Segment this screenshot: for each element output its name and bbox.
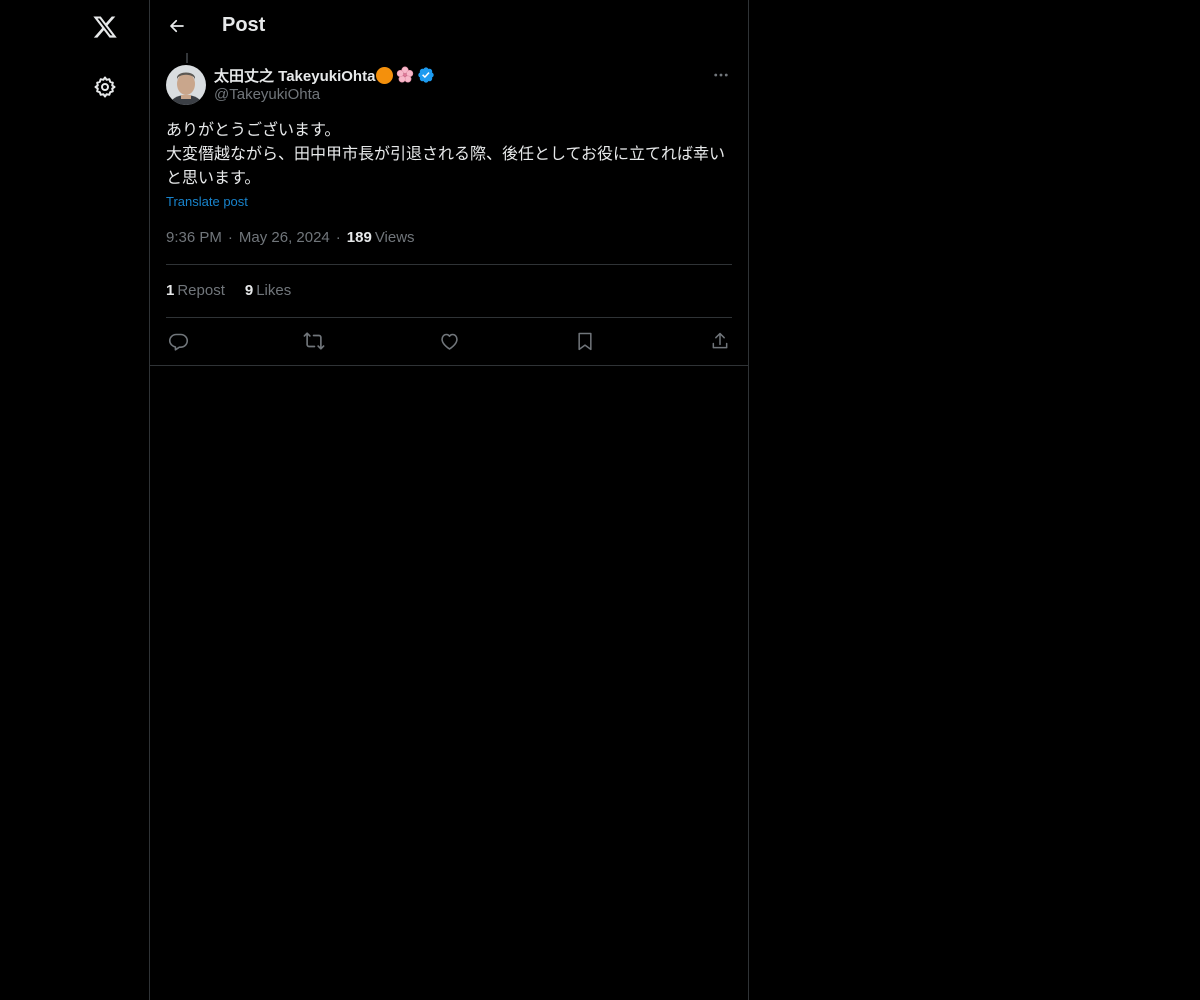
page: Post 太田丈之 TakeyukiOhta @TakeyukiOhta ありが… bbox=[0, 0, 1200, 1000]
action-bar bbox=[166, 329, 732, 353]
likes-label: Likes bbox=[256, 282, 292, 299]
verified-badge-icon[interactable] bbox=[417, 66, 435, 84]
divider bbox=[166, 264, 732, 265]
views-count: 189 bbox=[346, 229, 372, 246]
sidebar bbox=[0, 0, 149, 1000]
page-title: Post bbox=[222, 14, 266, 36]
bookmark-icon[interactable] bbox=[573, 329, 597, 353]
meta-separator: · bbox=[335, 229, 341, 246]
share-icon[interactable] bbox=[708, 329, 732, 353]
back-arrow-icon[interactable] bbox=[164, 13, 190, 39]
likes-stat[interactable]: 9 Likes bbox=[245, 282, 291, 299]
cherry-blossom-emoji bbox=[396, 66, 414, 84]
main-column: Post 太田丈之 TakeyukiOhta @TakeyukiOhta ありが… bbox=[149, 0, 749, 1000]
reposts-count: 1 bbox=[166, 282, 175, 299]
meta-separator: · bbox=[227, 229, 233, 246]
like-icon[interactable] bbox=[437, 329, 461, 353]
thread-connector bbox=[186, 53, 188, 63]
post-meta: 9:36 PM · May 26, 2024 · 189 Views bbox=[166, 229, 415, 246]
gear-icon[interactable] bbox=[91, 73, 119, 101]
orange-circle-emoji bbox=[376, 66, 394, 84]
more-horizontal-icon[interactable] bbox=[710, 64, 732, 86]
post-date[interactable]: May 26, 2024 bbox=[239, 229, 330, 246]
avatar[interactable] bbox=[166, 65, 206, 105]
divider bbox=[166, 317, 732, 318]
reply-icon[interactable] bbox=[166, 329, 190, 353]
views-label: Views bbox=[374, 229, 415, 246]
post-bottom-border bbox=[150, 365, 748, 366]
reposts-label: Repost bbox=[177, 282, 225, 299]
likes-count: 9 bbox=[244, 282, 254, 299]
author-handle[interactable]: @TakeyukiOhta bbox=[214, 86, 435, 103]
x-logo-icon[interactable] bbox=[88, 10, 122, 44]
author-block: 太田丈之 TakeyukiOhta @TakeyukiOhta bbox=[214, 64, 435, 108]
repost-icon[interactable] bbox=[302, 329, 326, 353]
author-name[interactable]: 太田丈之 TakeyukiOhta bbox=[214, 65, 375, 86]
post-time[interactable]: 9:36 PM bbox=[166, 229, 222, 246]
translate-post-link[interactable]: Translate post bbox=[166, 194, 248, 209]
reposts-stat[interactable]: 1 Repost bbox=[166, 282, 225, 299]
header: Post bbox=[150, 0, 748, 53]
post-stats: 1 Repost 9 Likes bbox=[166, 282, 311, 299]
post-text: ありがとうございます。 大変僭越ながら、田中甲市長が引退される際、後任としてお役… bbox=[166, 122, 726, 187]
author-name-row: 太田丈之 TakeyukiOhta bbox=[214, 64, 435, 86]
